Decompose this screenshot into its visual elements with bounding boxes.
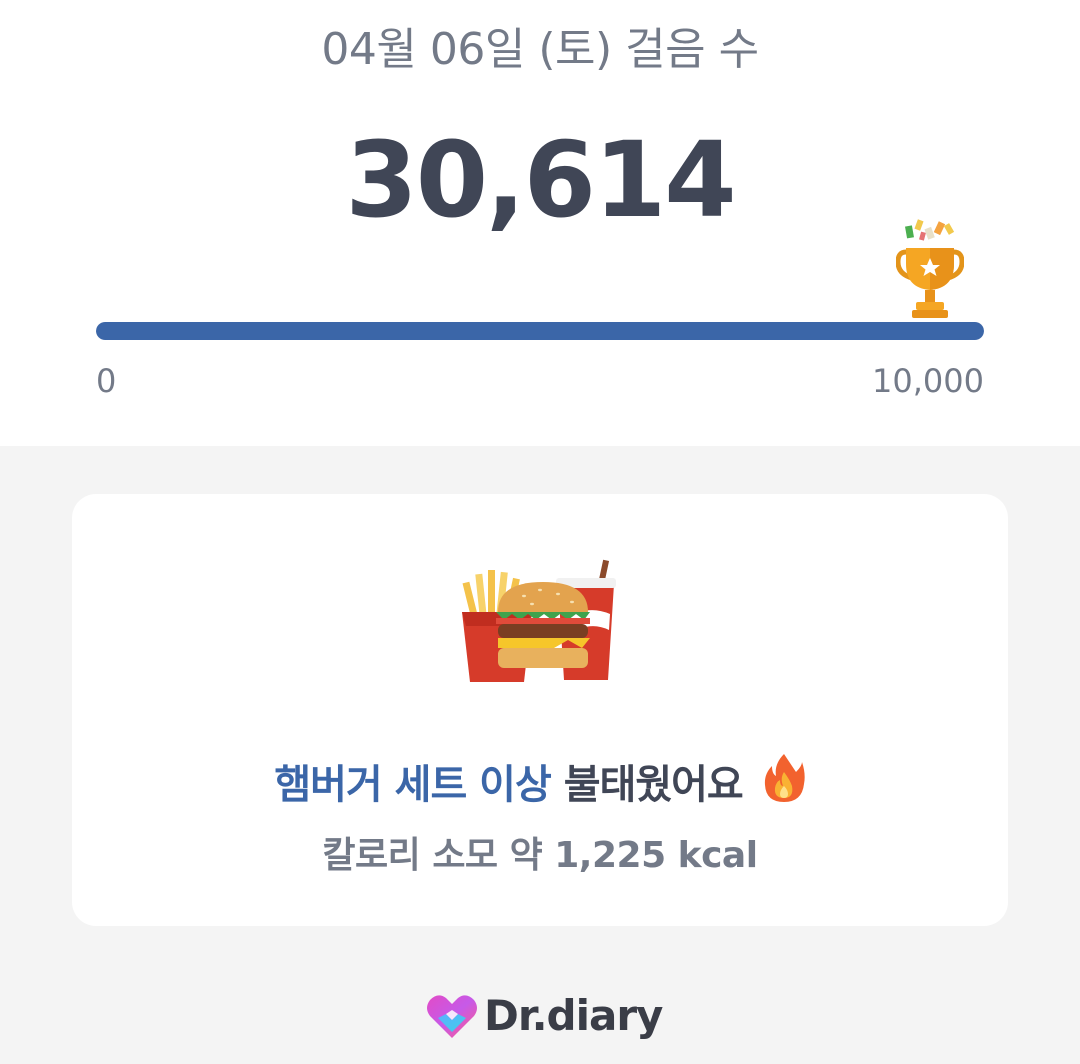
steps-summary-section: 04월 06일 (토) 걸음 수 30,614 0 10,000 <box>0 0 1080 446</box>
hamburger-set-icon <box>462 559 616 682</box>
progress-min-label: 0 <box>96 362 117 400</box>
brand-logo: Dr.diary <box>424 988 684 1048</box>
date-title: 04월 06일 (토) 걸음 수 <box>321 24 759 75</box>
brand-name: Dr.diary <box>484 991 663 1040</box>
calorie-headline: 햄버거 세트 이상 불태웠어요 <box>72 752 1008 817</box>
calorie-burned-amount: 칼로리 소모 약 1,225 kcal <box>322 835 758 876</box>
food-comparison-label: 햄버거 세트 이상 <box>274 762 551 808</box>
heart-logo-icon <box>427 995 477 1038</box>
steps-progress-bar <box>96 322 984 340</box>
progress-goal-label: 10,000 <box>872 362 984 400</box>
calorie-card: 햄버거 세트 이상 불태웠어요 칼로리 소모 약 1,225 kcal <box>72 494 1008 926</box>
steps-progress-fill <box>96 322 984 340</box>
trophy-icon <box>896 219 964 318</box>
burned-label: 불태웠어요 <box>563 762 744 808</box>
fire-icon <box>764 754 805 802</box>
